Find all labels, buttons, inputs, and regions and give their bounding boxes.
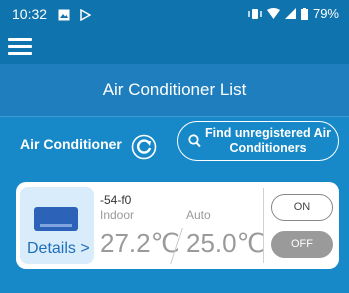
set-temperature: 25.0℃ <box>186 228 266 258</box>
details-panel[interactable]: Details > <box>20 187 94 264</box>
mode-label: Auto <box>186 208 211 222</box>
hamburger-menu-icon[interactable] <box>8 38 32 56</box>
air-conditioner-icon <box>34 207 78 231</box>
play-notification-icon <box>79 8 92 26</box>
off-button[interactable]: OFF <box>271 231 333 258</box>
unit-name: -54-f0 <box>100 193 132 207</box>
vibrate-icon <box>248 8 262 19</box>
find-button-label: Find unregistered Air Conditioners <box>205 126 331 155</box>
gallery-notification-icon <box>58 8 70 26</box>
app-bar <box>0 28 349 64</box>
search-icon <box>188 134 201 153</box>
find-unregistered-button[interactable]: Find unregistered Air Conditioners <box>177 121 339 161</box>
status-time: 10:32 <box>12 6 48 22</box>
signal-icon <box>284 8 296 19</box>
battery-icon <box>300 7 308 20</box>
details-link[interactable]: Details > <box>27 240 90 258</box>
page-title: Air Conditioner List <box>102 80 247 99</box>
status-indicators: 79% <box>248 6 339 21</box>
title-band: Air Conditioner List <box>0 64 349 117</box>
wifi-icon <box>266 8 280 19</box>
refresh-icon[interactable] <box>131 134 157 160</box>
indoor-label: Indoor <box>100 208 135 222</box>
on-button[interactable]: ON <box>271 194 333 221</box>
section-label: Air Conditioner <box>20 136 122 152</box>
section-header: Air Conditioner Find unregistered Air Co… <box>0 116 349 176</box>
air-conditioner-card[interactable]: Details > -54-f0 Indoor Auto 27.2℃ 25.0℃… <box>16 182 339 269</box>
battery-percentage: 79% <box>312 6 339 21</box>
status-bar: 10:32 79% <box>0 0 349 28</box>
indoor-temperature: 27.2℃ <box>100 228 180 258</box>
power-divider <box>263 188 264 263</box>
